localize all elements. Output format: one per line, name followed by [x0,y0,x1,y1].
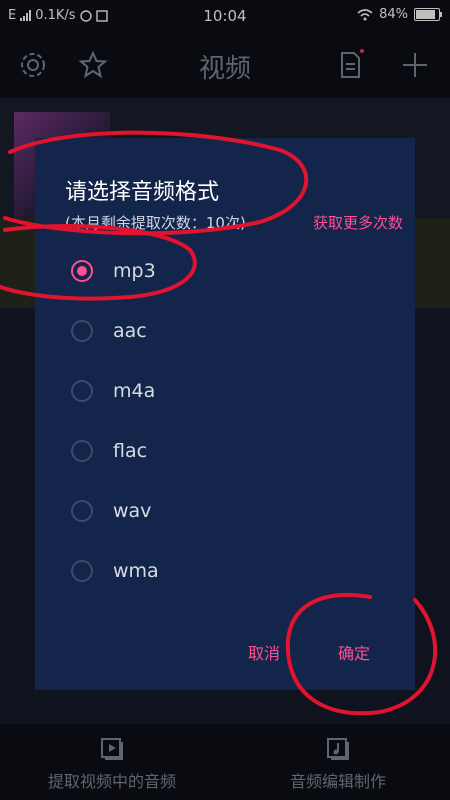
radio-icon[interactable] [71,380,93,402]
format-option-flac[interactable]: flac [71,431,391,471]
format-label: m4a [113,380,156,402]
format-label: wma [113,560,159,582]
format-label: wav [113,500,152,522]
format-option-aac[interactable]: aac [71,311,391,351]
format-option-wav[interactable]: wav [71,491,391,531]
get-more-link[interactable]: 获取更多次数 [313,212,403,233]
format-label: aac [113,320,147,342]
audio-format-dialog: 请选择音频格式 (本月剩余提取次数：10次) 获取更多次数 mp3 aac m4… [35,138,415,690]
format-option-mp3[interactable]: mp3 [71,251,391,291]
radio-icon[interactable] [71,500,93,522]
radio-icon[interactable] [71,560,93,582]
dialog-title: 请选择音频格式 [65,180,220,205]
radio-icon[interactable] [71,440,93,462]
format-option-m4a[interactable]: m4a [71,371,391,411]
radio-selected-icon[interactable] [71,260,93,282]
confirm-button[interactable]: 确定 [338,640,370,664]
format-label: mp3 [113,260,156,282]
format-label: flac [113,440,148,462]
format-option-wma[interactable]: wma [71,551,391,591]
quota-text: (本月剩余提取次数：10次) [65,214,246,232]
radio-icon[interactable] [71,320,93,342]
cancel-button[interactable]: 取消 [248,640,280,664]
